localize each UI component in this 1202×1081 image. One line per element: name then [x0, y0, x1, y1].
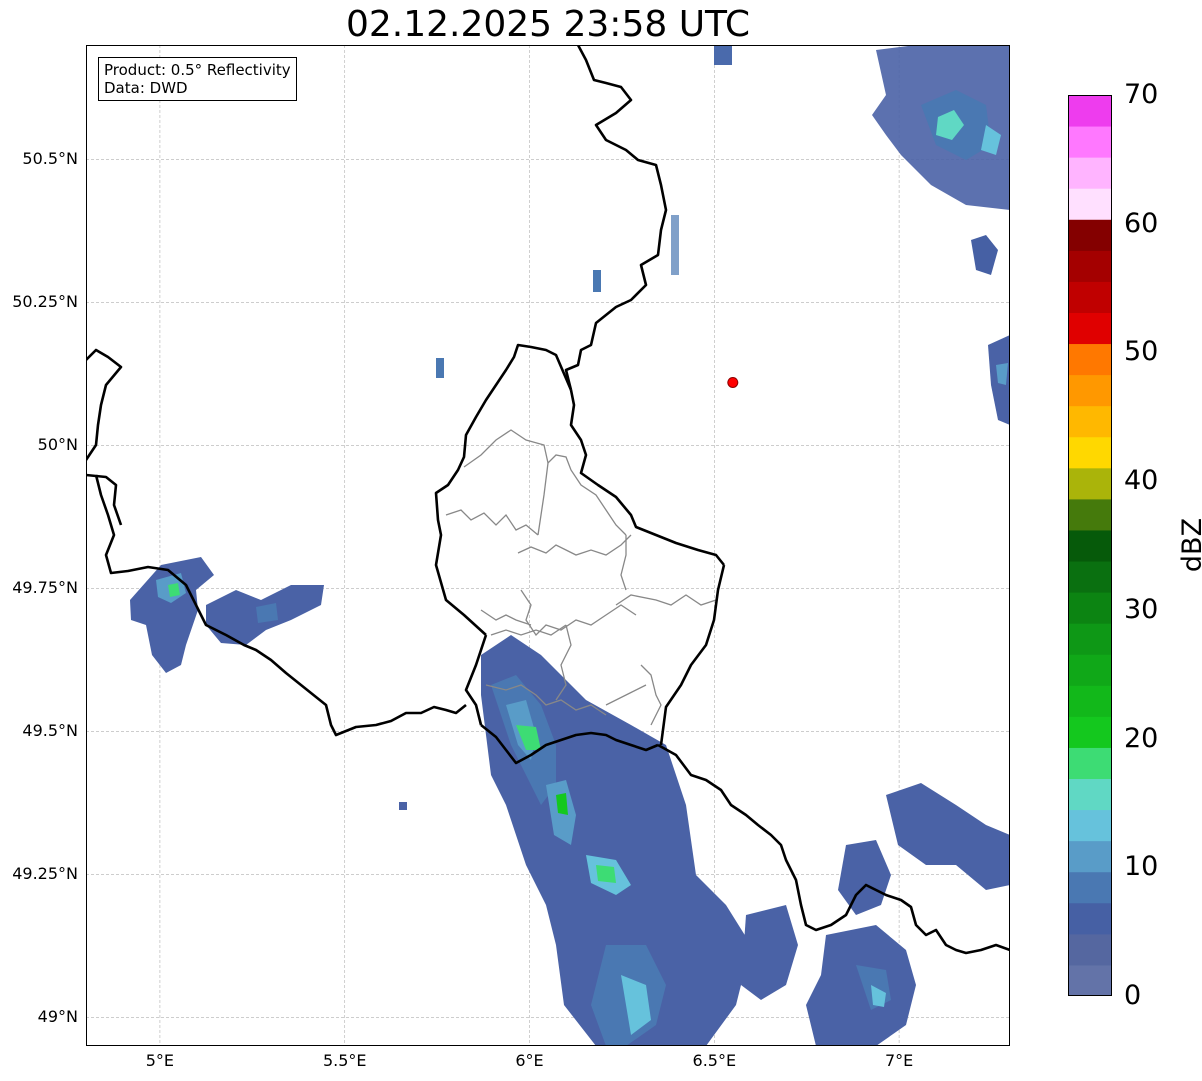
colorbar-swatch — [1068, 219, 1112, 251]
colorbar-swatch — [1068, 157, 1112, 189]
colorbar-tick-label: 40 — [1124, 465, 1159, 497]
lat-tick-label: 49°N — [37, 1007, 78, 1027]
colorbar-swatch — [1068, 374, 1112, 407]
colorbar-swatch — [1068, 933, 1112, 966]
product-label: Product: 0.5° Reflectivity — [104, 61, 291, 79]
echo-speck — [399, 802, 407, 810]
colorbar-swatch — [1068, 840, 1112, 873]
colorbar-swatch — [1068, 716, 1112, 748]
colorbar-swatch — [1068, 778, 1112, 811]
colorbar-swatch — [1068, 436, 1112, 469]
colorbar-swatch — [1068, 498, 1112, 531]
lat-tick-label: 49.25°N — [12, 864, 78, 884]
colorbar-swatch — [1068, 747, 1112, 780]
echo-speck — [593, 270, 601, 292]
colorbar-swatch — [1068, 871, 1112, 904]
colorbar-swatch — [1068, 685, 1112, 717]
lon-tick-label: 7°E — [884, 1051, 914, 1070]
lon-tick-label: 5°E — [145, 1051, 175, 1070]
colorbar-swatch — [1068, 250, 1112, 282]
colorbar-swatch — [1068, 964, 1112, 997]
colorbar-tick-label: 50 — [1124, 336, 1159, 368]
colorbar-swatch — [1068, 902, 1112, 935]
colorbar-tick-label: 70 — [1124, 79, 1159, 110]
colorbar-swatch — [1068, 623, 1112, 655]
colorbar-swatch — [1068, 312, 1112, 345]
lat-tick-label: 50.5°N — [22, 149, 78, 169]
radar-map[interactable] — [86, 45, 1010, 1046]
colorbar-title: dBZ — [1177, 517, 1202, 573]
lon-tick-label: 6.5°E — [692, 1051, 737, 1070]
colorbar-swatch — [1068, 188, 1112, 220]
colorbar-tick-label: 60 — [1124, 207, 1159, 239]
colorbar-swatch — [1068, 405, 1112, 438]
colorbar-swatch — [1068, 592, 1112, 624]
colorbar — [1068, 95, 1112, 997]
colorbar-swatch — [1068, 281, 1112, 313]
echo-speck — [714, 45, 732, 65]
colorbar-swatch — [1068, 126, 1112, 158]
colorbar-tick-label: 10 — [1124, 851, 1159, 883]
data-source-label: Data: DWD — [104, 79, 188, 97]
lat-tick-label: 49.5°N — [22, 721, 78, 741]
colorbar-tick-label: 0 — [1124, 980, 1142, 1011]
colorbar-tick-label: 20 — [1124, 722, 1159, 754]
colorbar-swatch — [1068, 529, 1112, 562]
map-title: 02.12.2025 23:58 UTC — [345, 4, 751, 45]
colorbar-tick-label: 30 — [1124, 593, 1159, 625]
colorbar-swatch — [1068, 654, 1112, 686]
colorbar-swatch — [1068, 467, 1112, 500]
echo-speck — [671, 215, 679, 275]
colorbar-swatch — [1068, 561, 1112, 593]
radar-site-marker[interactable] — [727, 376, 739, 388]
echo-speck — [436, 358, 444, 378]
lon-tick-label: 5.5°E — [322, 1051, 367, 1070]
lon-tick-label: 6°E — [515, 1051, 544, 1070]
lat-tick-label: 50°N — [37, 435, 78, 455]
lat-tick-label: 49.75°N — [12, 578, 78, 598]
colorbar-swatch — [1068, 343, 1112, 376]
colorbar-swatch — [1068, 809, 1112, 842]
lat-tick-label: 50.25°N — [12, 292, 78, 312]
colorbar-swatch — [1068, 95, 1112, 127]
product-info-box: Product: 0.5° Reflectivity Data: DWD — [98, 57, 297, 101]
